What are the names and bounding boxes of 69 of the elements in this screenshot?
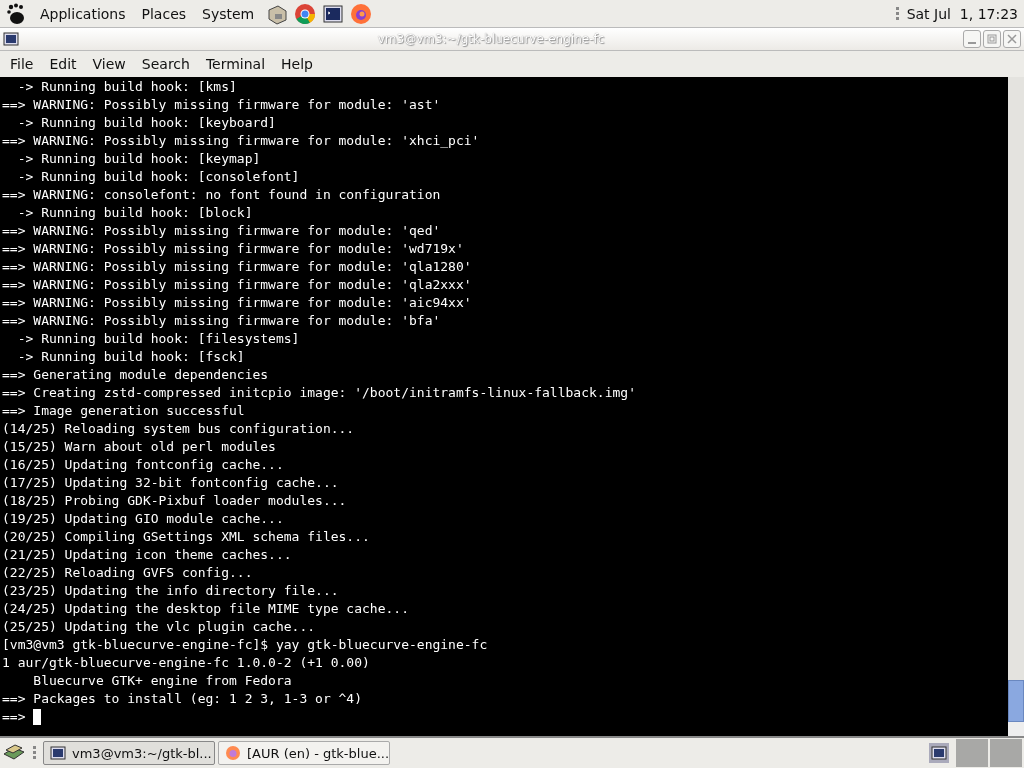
terminal-line: 1 aur/gtk-bluecurve-engine-fc 1.0.0-2 (+1 0.00)	[2, 654, 371, 672]
menu-item[interactable]: Help	[273, 56, 321, 72]
terminal-line: ==> Image generation successful	[2, 402, 246, 420]
terminal-line: ==> Generating module dependencies	[2, 366, 270, 384]
terminal-line: ==> Creating zstd-compressed initcpio image: '/boot/initramfs-linux-fallback.img'	[2, 384, 637, 402]
taskbar-button[interactable]: vm3@vm3:~/gtk-bl...	[43, 741, 215, 765]
terminal-line: (16/25) Updating fontconfig cache...	[2, 456, 285, 474]
panel-menu[interactable]: Applications	[34, 5, 132, 22]
terminal-line: ==> WARNING: Possibly missing firmware for module: 'ast'	[2, 96, 442, 114]
text-cursor	[33, 709, 42, 725]
terminal-line: ==> WARNING: Possibly missing firmware for module: 'xhci_pci'	[2, 132, 481, 150]
menu-item[interactable]: Terminal	[197, 56, 274, 72]
terminal-line: (19/25) Updating GIO module cache...	[2, 510, 285, 528]
menu-item[interactable]: Edit	[41, 56, 85, 72]
terminal-line: ==> Packages to install (eg: 1 2 3, 1-3 or ^4)	[2, 690, 364, 708]
terminal-icon	[50, 745, 66, 761]
terminal-line: Bluecurve GTK+ engine from Fedora	[32, 672, 293, 690]
minimize-icon	[966, 42, 978, 44]
terminal-line: -> Running build hook: [filesystems]	[16, 330, 301, 348]
terminal-line: ==> WARNING: Possibly missing firmware for module: 'aic94xx'	[2, 294, 473, 312]
clock[interactable]: Sat Jul 1, 17:23	[906, 5, 1018, 22]
terminal-line: -> Running build hook: [consolefont]	[16, 168, 301, 186]
terminal-line: (24/25) Updating the desktop file MIME type cache...	[2, 600, 410, 618]
terminal-line: ==> WARNING: Possibly missing firmware for module: 'qla2xxx'	[2, 276, 473, 294]
scrollbar-thumb[interactable]	[1008, 680, 1024, 722]
menu-item[interactable]: Search	[133, 56, 198, 72]
terminal-line: (17/25) Updating 32-bit fontconfig cache...	[2, 474, 340, 492]
window-title: vm3@vm3:~/gtk-bluecurve-engine-fc	[376, 32, 606, 46]
panel-menu[interactable]: Places	[135, 5, 193, 22]
chrome-icon[interactable]	[294, 2, 317, 25]
terminal-icon[interactable]	[322, 2, 345, 25]
maximize-icon	[986, 33, 998, 45]
terminal-line: -> Running build hook: [kms]	[16, 78, 238, 96]
terminal-line: (22/25) Reloading GVFS config...	[2, 564, 254, 582]
terminal-line: ==> WARNING: Possibly missing firmware for module: 'qla1280'	[2, 258, 473, 276]
menu-item[interactable]: File	[2, 56, 42, 72]
terminal-line: -> Running build hook: [keymap]	[16, 150, 262, 168]
terminal-icon[interactable]	[3, 31, 19, 47]
terminal-line: ==> WARNING: Possibly missing firmware for module: 'qed'	[2, 222, 442, 240]
terminal-line: -> Running build hook: [keyboard]	[16, 114, 277, 132]
scrollbar[interactable]	[1008, 77, 1024, 736]
menu-item[interactable]: View	[84, 56, 134, 72]
handle-icon	[33, 745, 36, 761]
terminal-line: ==> WARNING: consolefont: no font found in configuration	[2, 186, 442, 204]
minimize-button[interactable]	[963, 30, 981, 48]
terminal-line: ==> WARNING: Possibly missing firmware for module: 'wd719x'	[2, 240, 465, 258]
panel-menu[interactable]: System	[196, 5, 261, 22]
foot-logo-icon[interactable]	[6, 2, 26, 25]
terminal-line: ==> WARNING: Possibly missing firmware for module: 'bfa'	[2, 312, 442, 330]
terminal-line: (15/25) Warn about old perl modules	[2, 438, 277, 456]
terminal-prompt: ==>	[2, 708, 27, 726]
terminal-line: (23/25) Updating the info directory file...	[2, 582, 340, 600]
terminal-line: (14/25) Reloading system bus configuration...	[2, 420, 356, 438]
terminal-icon[interactable]	[929, 743, 949, 763]
firefox-icon[interactable]	[350, 2, 373, 25]
handle-icon	[895, 5, 899, 22]
terminal-line: [vm3@vm3 gtk-bluecurve-engine-fc]$ yay gtk-bluecurve-engine-fc	[2, 636, 489, 654]
terminal-line: (25/25) Updating the vlc plugin cache...	[2, 618, 317, 636]
close-icon	[1006, 33, 1018, 45]
terminal-line: -> Running build hook: [block]	[16, 204, 254, 222]
taskbar-button[interactable]: [AUR (en) - gtk-blue...	[218, 741, 390, 765]
terminal-line: (18/25) Probing GDK-Pixbuf loader modules...	[2, 492, 348, 510]
close-button[interactable]	[1003, 30, 1021, 48]
terminal-line: -> Running build hook: [fsck]	[16, 348, 246, 366]
firefox-icon	[225, 745, 241, 761]
terminal-line: (21/25) Updating icon theme caches...	[2, 546, 293, 564]
terminal-line: (20/25) Compiling GSettings XML schema files...	[2, 528, 371, 546]
workspace-switcher[interactable]	[956, 739, 1022, 767]
maximize-button[interactable]	[983, 30, 1001, 48]
